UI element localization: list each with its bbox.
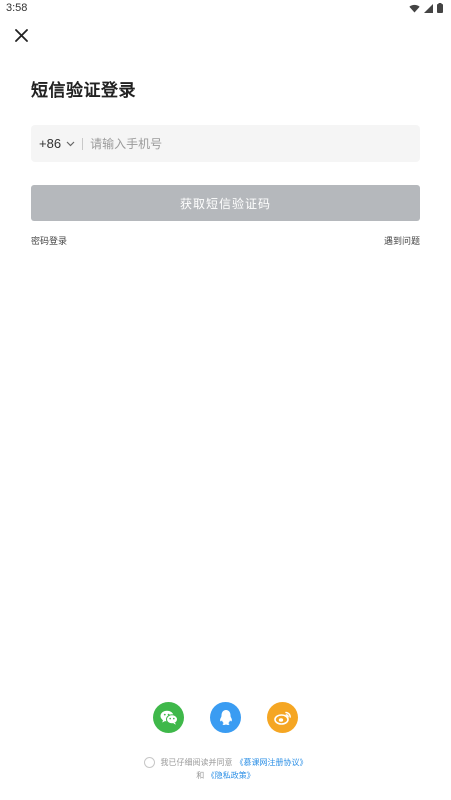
- close-icon: [14, 28, 28, 42]
- phone-input[interactable]: [90, 125, 420, 162]
- qq-login-button[interactable]: [210, 702, 241, 733]
- qq-icon: [219, 710, 232, 726]
- agreement-and: 和: [196, 771, 205, 780]
- password-login-link[interactable]: 密码登录: [31, 234, 67, 247]
- page-title: 短信验证登录: [31, 81, 136, 101]
- phone-input-row: +86: [31, 125, 420, 162]
- signal-icon: [424, 3, 433, 13]
- social-login-row: [0, 702, 451, 733]
- agreement-prefix: 我已仔细阅读并同意: [160, 758, 233, 767]
- close-button[interactable]: [10, 24, 32, 46]
- country-code-selector[interactable]: +86: [39, 136, 75, 151]
- get-code-button[interactable]: 获取短信验证码: [31, 185, 420, 221]
- agreement-line-2: 和 《隐私政策》: [0, 769, 451, 782]
- help-link[interactable]: 遇到问题: [384, 234, 420, 247]
- chevron-down-icon: [66, 141, 75, 146]
- country-code-label: +86: [39, 136, 62, 151]
- terms-link[interactable]: 《慕课网注册协议》: [236, 756, 308, 769]
- weibo-login-button[interactable]: [267, 702, 298, 733]
- wechat-login-button[interactable]: [153, 702, 184, 733]
- agreement-line: 我已仔细阅读并同意 《慕课网注册协议》: [0, 756, 451, 769]
- weibo-icon: [273, 711, 291, 725]
- status-time: 3:58: [6, 2, 28, 14]
- agreement-checkbox[interactable]: [143, 757, 155, 768]
- agreement: 我已仔细阅读并同意 《慕课网注册协议》 和 《隐私政策》: [0, 756, 451, 782]
- battery-icon: [437, 3, 443, 13]
- status-icons: [409, 3, 443, 13]
- status-bar: 3:58: [0, 0, 451, 16]
- wechat-icon: [160, 710, 178, 725]
- privacy-link[interactable]: 《隐私政策》: [207, 771, 255, 780]
- divider: [82, 137, 84, 150]
- wifi-icon: [409, 4, 420, 13]
